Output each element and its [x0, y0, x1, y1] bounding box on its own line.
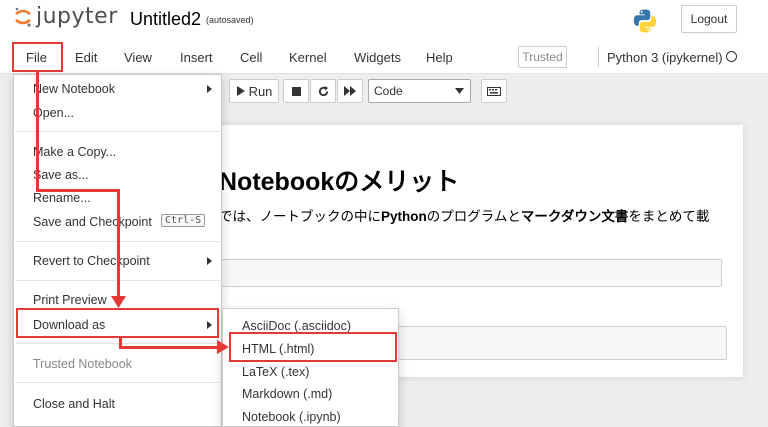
markdown-paragraph: では、ノートブックの中にPythonのプログラムとマークダウン文書をまとめて載	[219, 205, 709, 225]
run-button[interactable]: Run	[229, 79, 279, 103]
restart-run-all-button[interactable]	[337, 79, 363, 103]
download-markdown[interactable]: Markdown (.md)	[242, 387, 332, 401]
code-cell-input-selected[interactable]	[396, 326, 727, 360]
download-latex[interactable]: LaTeX (.tex)	[242, 365, 309, 379]
file-menu-new-notebook[interactable]: New Notebook	[33, 82, 115, 96]
chevron-down-icon	[455, 88, 464, 94]
para-prefix: では、ノートブックの中に	[219, 209, 381, 224]
restart-kernel-button[interactable]	[310, 79, 336, 103]
guide-line	[36, 72, 39, 191]
menu-insert[interactable]: Insert	[180, 50, 213, 65]
menu-kernel[interactable]: Kernel	[289, 50, 327, 65]
download-as-submenu: AsciiDoc (.asciidoc) HTML (.html) LaTeX …	[222, 308, 399, 427]
file-menu-save-checkpoint[interactable]: Save and Checkpoint	[33, 215, 152, 229]
menu-edit[interactable]: Edit	[75, 50, 97, 65]
file-menu-make-copy[interactable]: Make a Copy...	[33, 145, 116, 159]
save-shortcut-badge: Ctrl-S	[161, 214, 206, 227]
file-menu-trusted-notebook: Trusted Notebook	[33, 357, 132, 371]
fast-forward-icon	[344, 86, 356, 96]
code-cell-input[interactable]	[220, 259, 722, 287]
logout-button[interactable]: Logout	[681, 5, 737, 33]
menu-help[interactable]: Help	[426, 50, 453, 65]
menu-view[interactable]: View	[124, 50, 152, 65]
interrupt-kernel-button[interactable]	[283, 79, 309, 103]
submenu-arrow-icon	[207, 85, 212, 93]
menu-divider	[15, 382, 222, 383]
guide-line	[36, 189, 119, 192]
menu-cell[interactable]: Cell	[240, 50, 262, 65]
guide-line	[117, 189, 120, 298]
file-menu-save-as[interactable]: Save as...	[33, 168, 89, 182]
highlight-file-menu	[12, 42, 63, 72]
highlight-html-option	[229, 332, 397, 362]
download-notebook[interactable]: Notebook (.ipynb)	[242, 410, 341, 424]
menubar: File Edit View Insert Cell Kernel Widget…	[0, 40, 768, 74]
highlight-download-as	[16, 308, 219, 338]
file-menu-open[interactable]: Open...	[33, 106, 74, 120]
menubar-divider	[598, 47, 599, 67]
markdown-heading: Notebookのメリット	[219, 168, 460, 196]
play-icon	[236, 86, 245, 96]
arrow-right-icon	[217, 340, 229, 354]
arrow-down-icon	[111, 296, 126, 308]
autosave-status: (autosaved)	[206, 15, 254, 25]
kernel-name: Python 3 (ipykernel)	[607, 50, 723, 65]
cell-type-value: Code	[374, 84, 403, 98]
jupyter-wordmark: jupyter	[36, 4, 118, 29]
para-mid: のプログラムと	[426, 209, 521, 224]
file-menu-print-preview[interactable]: Print Preview	[33, 293, 107, 307]
para-suffix: をまとめて載	[628, 209, 710, 224]
jupyter-logo[interactable]: jupyter	[14, 6, 118, 28]
refresh-icon	[318, 85, 328, 96]
submenu-arrow-icon	[207, 257, 212, 265]
notebook-title[interactable]: Untitled2	[130, 9, 201, 30]
menu-divider	[15, 131, 222, 132]
para-markdown: マークダウン文書	[520, 209, 629, 224]
guide-line	[119, 346, 217, 349]
trusted-indicator[interactable]: Trusted	[518, 46, 567, 68]
run-button-label: Run	[248, 83, 273, 99]
download-asciidoc[interactable]: AsciiDoc (.asciidoc)	[242, 319, 351, 333]
header: jupyter Untitled2 (autosaved) Logout	[0, 0, 768, 40]
para-python: Python	[381, 209, 427, 224]
kernel-status-icon	[726, 51, 737, 62]
file-menu-rename[interactable]: Rename...	[33, 191, 91, 205]
cell-type-select[interactable]: Code	[368, 79, 471, 103]
menu-widgets[interactable]: Widgets	[354, 50, 401, 65]
file-menu-close-halt[interactable]: Close and Halt	[33, 397, 115, 411]
keyboard-icon	[487, 86, 501, 96]
command-palette-button[interactable]	[481, 79, 507, 103]
file-menu-revert-checkpoint[interactable]: Revert to Checkpoint	[33, 254, 150, 268]
python-logo-icon	[633, 9, 657, 33]
stop-icon	[291, 86, 301, 96]
jupyter-orbit-icon	[15, 7, 31, 27]
